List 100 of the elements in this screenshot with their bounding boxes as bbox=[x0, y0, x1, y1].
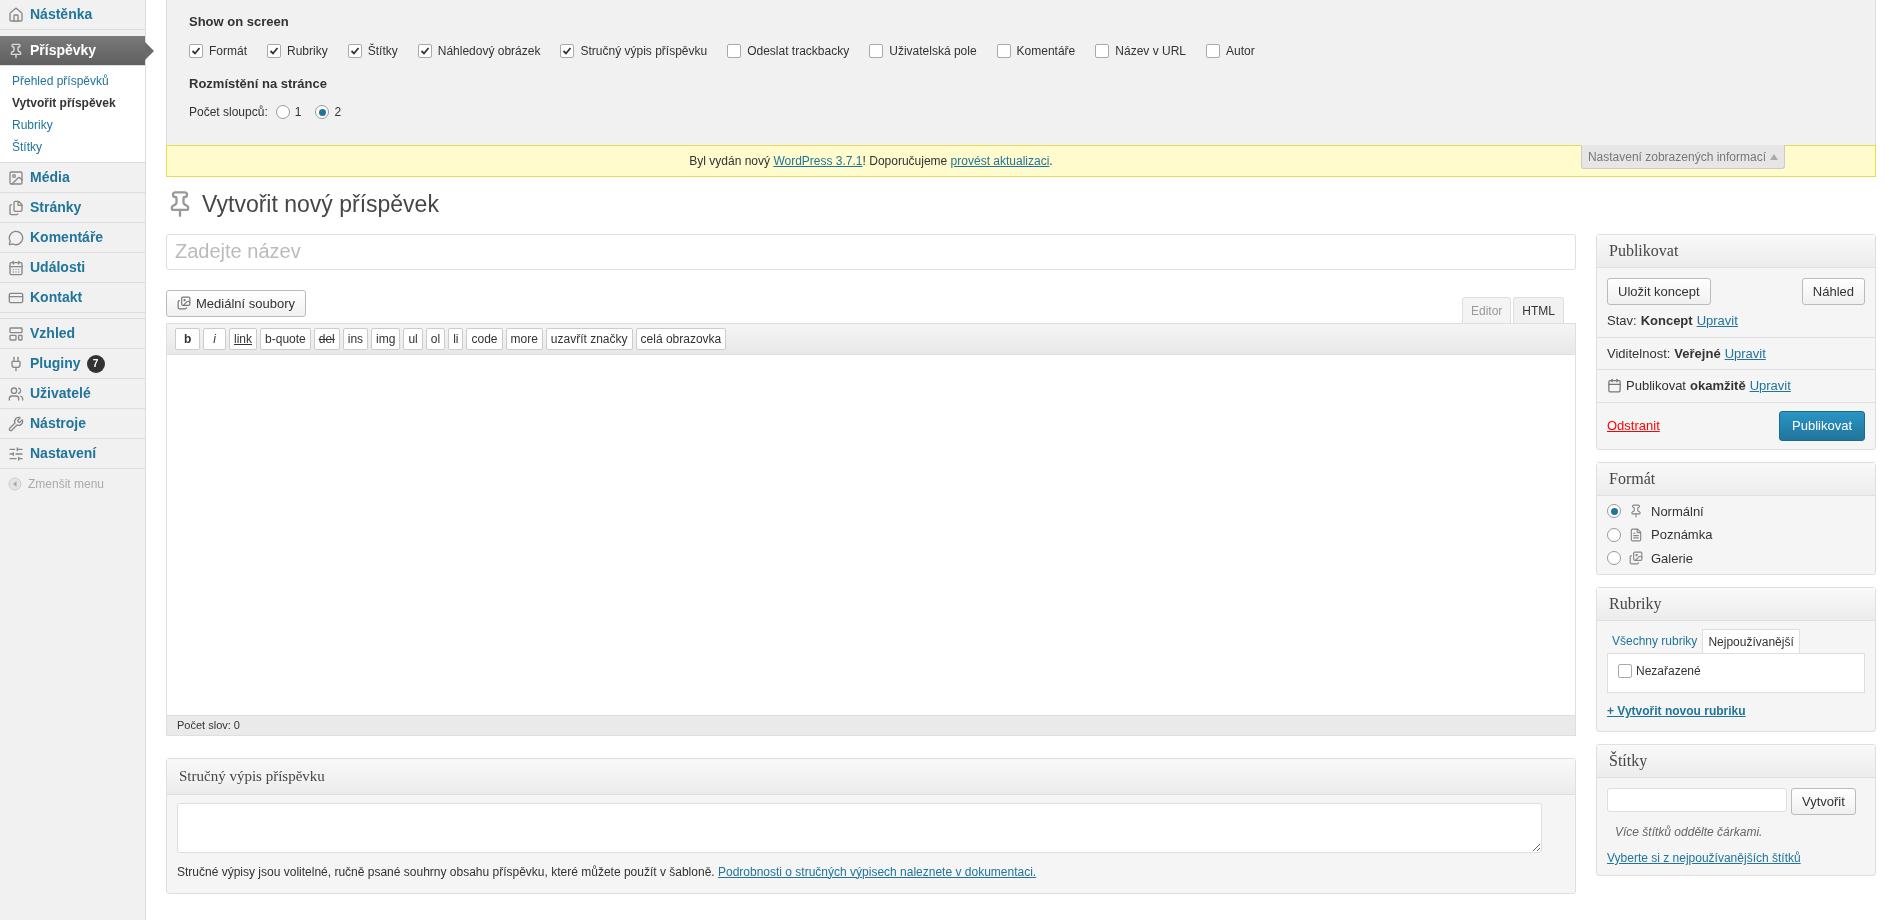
checkbox[interactable] bbox=[996, 43, 1011, 58]
submenu-item[interactable]: Vytvořit příspěvek bbox=[0, 92, 145, 114]
save-draft-button[interactable]: Uložit koncept bbox=[1607, 277, 1711, 305]
toolbar-button[interactable]: img bbox=[371, 328, 401, 350]
tag-field[interactable] bbox=[1607, 787, 1787, 812]
radio-button[interactable] bbox=[1607, 551, 1621, 566]
row-value: Koncept bbox=[1640, 312, 1693, 330]
menu-item[interactable]: Stránky bbox=[0, 193, 145, 223]
toolbar-button[interactable]: code bbox=[466, 328, 503, 350]
menu-item[interactable]: Nastavení bbox=[0, 439, 145, 469]
add-tag-button[interactable]: Vytvořit bbox=[1791, 787, 1856, 815]
media-button[interactable]: Mediální soubory bbox=[166, 289, 306, 317]
documentation-link[interactable]: Podrobnosti o stručných výpisech naleznete v dokumentaci. bbox=[718, 864, 1037, 879]
menu-label: Vzhled bbox=[30, 324, 76, 343]
toolbar-button[interactable]: ins bbox=[342, 328, 369, 350]
menu-item[interactable]: Uživatelé bbox=[0, 379, 145, 409]
radio-button[interactable] bbox=[1607, 527, 1621, 542]
calendar-icon bbox=[8, 259, 24, 276]
checkbox-label: Náhledový obrázek bbox=[437, 42, 541, 60]
toolbar-button[interactable]: ul bbox=[403, 328, 423, 350]
menu-item[interactable]: Média bbox=[0, 163, 145, 193]
menu-item[interactable]: Vzhled bbox=[0, 319, 145, 349]
screen-options-tab[interactable]: Nastavení zobrazených informací bbox=[1580, 145, 1785, 169]
checkbox[interactable] bbox=[869, 43, 884, 58]
toolbar-button[interactable]: li bbox=[448, 328, 464, 350]
radio-label: Normální bbox=[1651, 502, 1704, 521]
title-field[interactable]: Zadejte název bbox=[166, 233, 1576, 270]
layout-icon bbox=[8, 325, 24, 342]
section-heading: Rozmístění na stránce bbox=[189, 74, 328, 93]
menu-item[interactable]: Nástroje bbox=[0, 409, 145, 439]
checkbox[interactable] bbox=[1095, 43, 1110, 58]
menu-item[interactable]: Pluginy 7 bbox=[0, 349, 145, 379]
notice-text: Byl vydán nový WordPress 3.7.1! Doporučujeme provést aktualizaci. bbox=[689, 153, 1053, 170]
box-title: Publikovat bbox=[1609, 241, 1679, 259]
speech-bubble-icon bbox=[8, 229, 24, 246]
plug-icon bbox=[8, 355, 24, 372]
toolbar-button[interactable]: b-quote bbox=[260, 328, 311, 350]
excerpt-field[interactable] bbox=[177, 802, 1542, 853]
note-icon bbox=[1629, 527, 1643, 542]
home-icon bbox=[8, 6, 24, 23]
menu-label: Kontakt bbox=[30, 288, 83, 307]
radio-label: 1 bbox=[294, 104, 302, 121]
toolbar-button[interactable]: i bbox=[203, 328, 226, 350]
editor-tab[interactable]: HTML bbox=[1513, 297, 1564, 323]
radio-label: 2 bbox=[334, 104, 342, 121]
category-tab[interactable]: Všechny rubriky bbox=[1607, 629, 1703, 653]
radio-label: Poznámka bbox=[1651, 526, 1713, 544]
toolbar-button[interactable]: link bbox=[229, 328, 258, 350]
toolbar-button[interactable]: del bbox=[313, 328, 340, 350]
edit-link[interactable]: Upravit bbox=[1749, 376, 1791, 396]
radio-button[interactable] bbox=[275, 105, 290, 119]
toolbar-button[interactable]: celá obrazovka bbox=[635, 328, 727, 350]
checkbox-label: Uživatelská pole bbox=[889, 42, 977, 60]
menu-item[interactable]: Kontakt bbox=[0, 283, 145, 313]
toolbar-button[interactable]: more bbox=[505, 328, 543, 350]
pin-icon bbox=[8, 42, 24, 59]
count-badge: 7 bbox=[86, 354, 105, 373]
notice-link[interactable]: WordPress 3.7.1 bbox=[773, 154, 863, 168]
menu-item[interactable]: Nástěnka bbox=[0, 0, 145, 30]
radio-button[interactable] bbox=[315, 105, 330, 119]
delete-link[interactable]: Odstranit bbox=[1607, 415, 1660, 436]
add-category-link[interactable]: + Vytvořit novou rubriku bbox=[1607, 704, 1746, 718]
menu-item[interactable]: Příspěvky bbox=[0, 36, 145, 66]
checkbox[interactable] bbox=[267, 43, 281, 58]
checkbox[interactable] bbox=[189, 43, 203, 58]
edit-link[interactable]: Upravit bbox=[1696, 311, 1738, 331]
menu-label: Stránky bbox=[30, 198, 82, 217]
radio-button[interactable] bbox=[1607, 504, 1621, 519]
row-label: Viditelnost: bbox=[1607, 344, 1671, 363]
checkbox[interactable] bbox=[1206, 43, 1220, 58]
category-tab[interactable]: Nejpoužívanější bbox=[1702, 629, 1800, 653]
tools-icon bbox=[8, 415, 24, 432]
checkbox[interactable] bbox=[727, 43, 742, 58]
row-value: Veřejné bbox=[1674, 344, 1721, 363]
checkbox[interactable] bbox=[560, 43, 575, 58]
box-title: Stručný výpis příspěvku bbox=[179, 768, 325, 784]
toolbar-button[interactable]: ol bbox=[425, 328, 446, 350]
checkbox-label: Komentáře bbox=[1016, 42, 1076, 60]
submenu-item[interactable]: Štítky bbox=[0, 136, 145, 158]
gallery-icon bbox=[1629, 551, 1643, 566]
pages-icon bbox=[8, 199, 24, 216]
submenu-item[interactable]: Přehled příspěvků bbox=[0, 70, 145, 92]
edit-link[interactable]: Upravit bbox=[1724, 343, 1766, 363]
users-icon bbox=[8, 385, 24, 402]
checkbox[interactable] bbox=[347, 43, 362, 58]
tag-cloud-link[interactable]: Vyberte si z nejpoužívanějších štítků bbox=[1607, 849, 1865, 867]
menu-item[interactable]: Komentáře bbox=[0, 223, 145, 253]
publish-button[interactable]: Publikovat bbox=[1779, 410, 1865, 441]
checkbox[interactable] bbox=[1618, 664, 1632, 678]
preview-button[interactable]: Náhled bbox=[1801, 277, 1865, 305]
checkbox[interactable] bbox=[417, 43, 432, 58]
toolbar-button[interactable]: uzavřít značky bbox=[545, 328, 633, 350]
menu-item[interactable]: Události bbox=[0, 253, 145, 283]
menu-label: Nastavení bbox=[30, 444, 97, 463]
menu-label: Uživatelé bbox=[30, 384, 91, 403]
submenu-item[interactable]: Rubriky bbox=[0, 114, 145, 136]
toolbar-button[interactable]: b bbox=[175, 328, 201, 350]
checkbox-label: Stručný výpis příspěvku bbox=[580, 42, 708, 60]
row-label: Publikovat bbox=[1626, 377, 1686, 395]
checkbox-label: Štítky bbox=[367, 42, 398, 60]
